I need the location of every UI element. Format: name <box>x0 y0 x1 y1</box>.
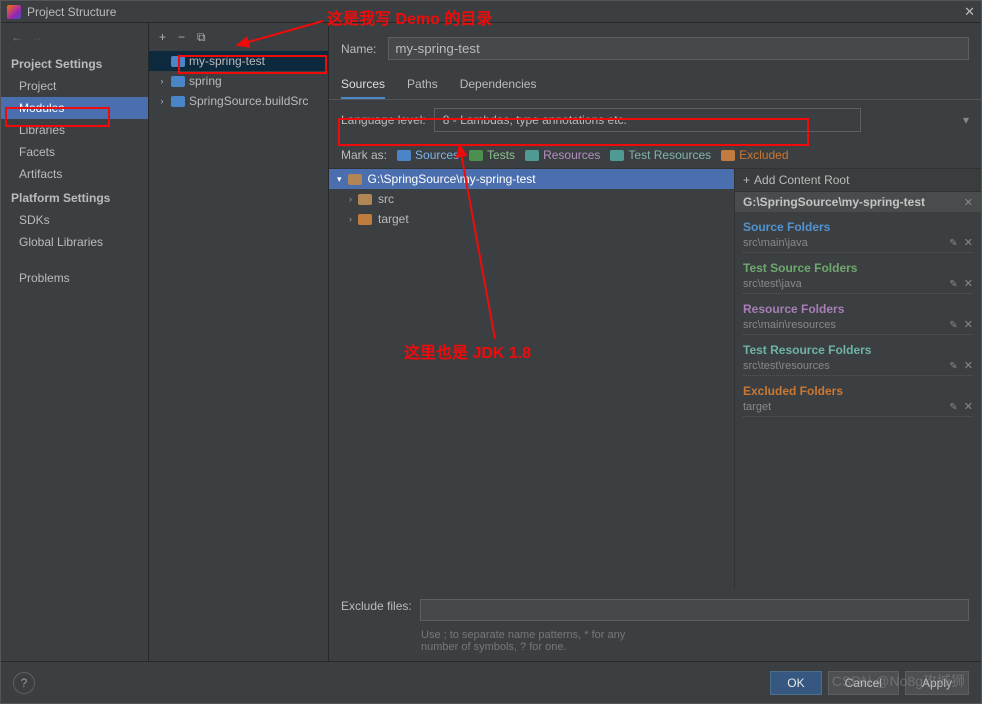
target-folder-row[interactable]: › target <box>329 209 734 229</box>
module-icon <box>171 96 185 107</box>
folder-icon <box>348 174 362 185</box>
module-label: my-spring-test <box>189 54 265 68</box>
tab-paths[interactable]: Paths <box>407 74 438 99</box>
window-title: Project Structure <box>27 5 964 19</box>
module-list-panel: + − ⧉ my-spring-test › spring › SpringSo… <box>149 23 329 661</box>
mark-excluded-button[interactable]: Excluded <box>721 148 788 162</box>
tab-sources[interactable]: Sources <box>341 74 385 99</box>
edit-folder-icon[interactable]: ✎ <box>949 238 957 249</box>
folder-path: src\test\java <box>743 278 802 290</box>
folder-path: src\main\resources <box>743 319 836 331</box>
nav-facets[interactable]: Facets <box>1 141 148 163</box>
app-logo-icon <box>7 5 21 19</box>
module-label: spring <box>189 74 222 88</box>
module-name-input[interactable] <box>388 37 969 60</box>
help-button[interactable]: ? <box>13 672 35 694</box>
folder-path: target <box>743 401 771 413</box>
module-my-spring-test[interactable]: my-spring-test <box>149 51 328 71</box>
folder-path: src\test\resources <box>743 360 830 372</box>
remove-folder-icon[interactable]: ✕ <box>964 319 973 331</box>
mark-tests-button[interactable]: Tests <box>469 148 515 162</box>
module-spring[interactable]: › spring <box>149 71 328 91</box>
tab-dependencies[interactable]: Dependencies <box>460 74 537 99</box>
module-icon <box>171 76 185 87</box>
src-folder-row[interactable]: › src <box>329 189 734 209</box>
add-module-button[interactable]: + <box>159 30 166 44</box>
nav-sdks[interactable]: SDKs <box>1 209 148 231</box>
module-buildsrc[interactable]: › SpringSource.buildSrc <box>149 91 328 111</box>
edit-folder-icon[interactable]: ✎ <box>949 320 957 331</box>
remove-folder-icon[interactable]: ✕ <box>964 278 973 290</box>
remove-module-button[interactable]: − <box>178 30 185 44</box>
language-level-value: 8 - Lambdas, type annotations etc. <box>443 113 627 127</box>
content-root-path: G:\SpringSource\my-spring-test <box>368 172 536 186</box>
section-project-settings: Project Settings <box>1 51 148 75</box>
language-level-select[interactable]: 8 - Lambdas, type annotations etc. <box>434 108 861 132</box>
content-root-row[interactable]: ▾ G:\SpringSource\my-spring-test <box>329 169 734 189</box>
content-root-title: G:\SpringSource\my-spring-test <box>743 195 925 209</box>
folder-section-header: Resource Folders <box>743 302 973 316</box>
nav-libraries[interactable]: Libraries <box>1 119 148 141</box>
module-icon <box>171 56 185 67</box>
folder-section-header: Test Resource Folders <box>743 343 973 357</box>
folder-label: src <box>378 192 394 206</box>
folder-path: src\main\java <box>743 237 808 249</box>
dropdown-arrow-icon[interactable]: ▾ <box>869 113 969 127</box>
section-platform-settings: Platform Settings <box>1 185 148 209</box>
remove-content-root-icon[interactable]: ✕ <box>964 196 973 209</box>
folder-section-header: Excluded Folders <box>743 384 973 398</box>
edit-folder-icon[interactable]: ✎ <box>949 279 957 290</box>
settings-sidebar: ← → Project Settings Project Modules Lib… <box>1 23 149 661</box>
mark-resources-button[interactable]: Resources <box>525 148 600 162</box>
source-tree: ▾ G:\SpringSource\my-spring-test › src ›… <box>329 169 735 589</box>
exclude-files-input[interactable] <box>420 599 969 621</box>
nav-modules[interactable]: Modules <box>1 97 148 119</box>
nav-problems[interactable]: Problems <box>1 267 148 289</box>
nav-back-icon[interactable]: ← <box>11 30 23 44</box>
edit-folder-icon[interactable]: ✎ <box>949 361 957 372</box>
exclude-hint: Use ; to separate name patterns, * for a… <box>329 629 981 661</box>
folder-label: target <box>378 212 409 226</box>
language-level-label: Language level: <box>341 113 426 127</box>
folder-section-header: Source Folders <box>743 220 973 234</box>
close-icon[interactable]: ✕ <box>964 4 975 20</box>
module-label: SpringSource.buildSrc <box>189 94 308 108</box>
exclude-files-label: Exclude files: <box>341 599 412 613</box>
nav-global-libraries[interactable]: Global Libraries <box>1 231 148 253</box>
nav-project[interactable]: Project <box>1 75 148 97</box>
ok-button[interactable]: OK <box>770 671 821 695</box>
add-content-root-button[interactable]: Add Content Root <box>754 173 849 187</box>
nav-forward-icon[interactable]: → <box>31 30 43 44</box>
remove-folder-icon[interactable]: ✕ <box>964 360 973 372</box>
mark-sources-button[interactable]: Sources <box>397 148 459 162</box>
edit-folder-icon[interactable]: ✎ <box>949 402 957 413</box>
nav-artifacts[interactable]: Artifacts <box>1 163 148 185</box>
folder-icon <box>358 214 372 225</box>
copy-module-button[interactable]: ⧉ <box>197 30 206 45</box>
folder-section-header: Test Source Folders <box>743 261 973 275</box>
mark-as-label: Mark as: <box>341 148 387 162</box>
folder-icon <box>358 194 372 205</box>
remove-folder-icon[interactable]: ✕ <box>964 401 973 413</box>
name-label: Name: <box>341 42 376 56</box>
mark-test-resources-button[interactable]: Test Resources <box>610 148 711 162</box>
content-roots-panel: + Add Content Root G:\SpringSource\my-sp… <box>735 169 981 589</box>
remove-folder-icon[interactable]: ✕ <box>964 237 973 249</box>
watermark: CSDN @No8g攻城狮 <box>832 671 965 691</box>
